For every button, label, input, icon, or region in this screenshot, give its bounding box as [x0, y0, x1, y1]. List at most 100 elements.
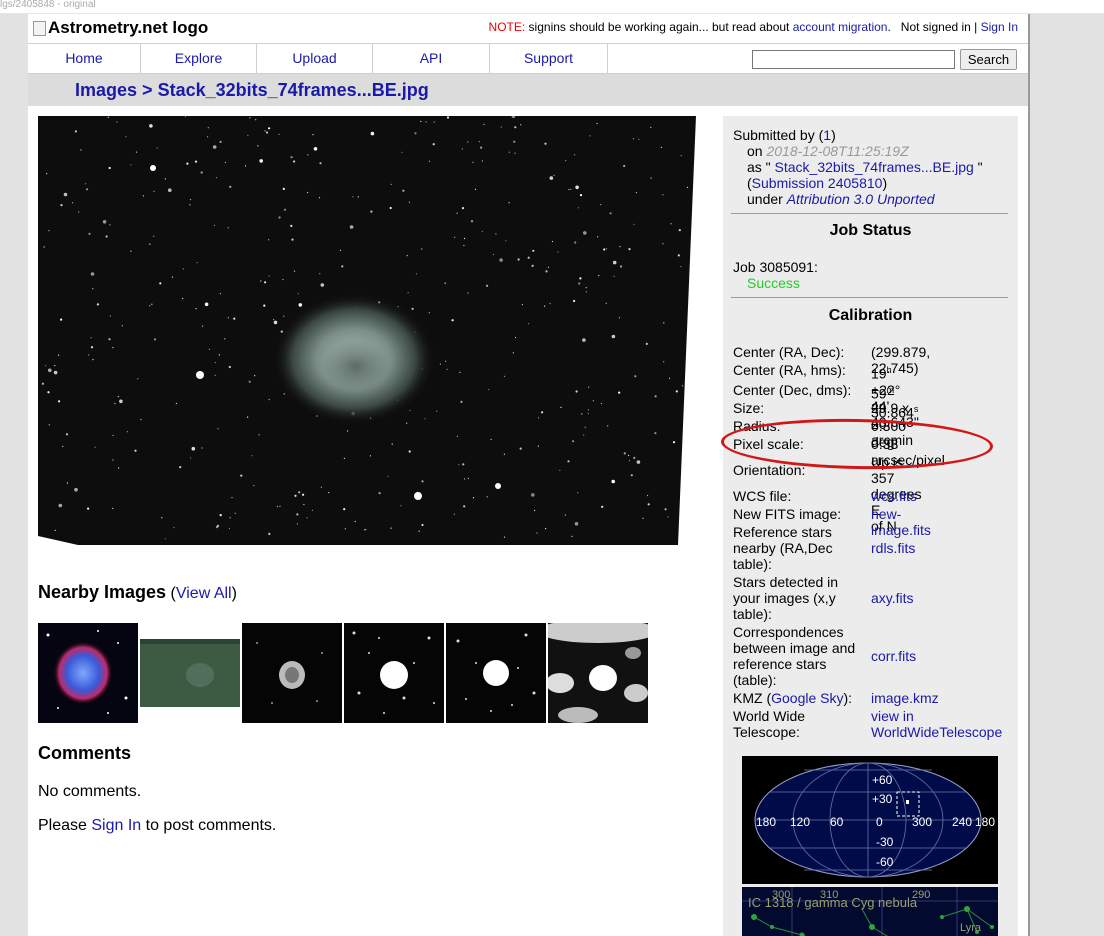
star [149, 124, 153, 128]
header-signin-link[interactable]: Sign In [981, 20, 1018, 34]
zoom-map[interactable]: 300 310 290 IC 1318 / gamma Cyg nebula L… [742, 887, 998, 936]
star [364, 529, 366, 531]
star [463, 505, 466, 508]
site-logo[interactable]: Astrometry.net logo [33, 18, 208, 38]
notice-bar: NOTE: signins should be working again...… [489, 20, 1018, 34]
nav-upload[interactable]: Upload [257, 44, 373, 73]
star [451, 319, 454, 322]
sky-lon-label: 180 [756, 815, 776, 829]
star [117, 396, 119, 398]
star [370, 210, 373, 213]
star [90, 346, 94, 349]
axy-link[interactable]: axy.fits [871, 590, 914, 606]
star [370, 131, 375, 136]
star [499, 258, 503, 262]
main-image[interactable] [38, 116, 713, 545]
license-link[interactable]: Attribution 3.0 Unported [787, 191, 935, 207]
search-input[interactable] [752, 50, 955, 69]
wwt-link[interactable]: view in WorldWideTelescope [871, 708, 1002, 740]
star [135, 151, 138, 153]
star [503, 375, 506, 377]
user-link[interactable]: 1 [823, 127, 831, 143]
star [541, 411, 544, 414]
star [151, 303, 153, 305]
signin-prompt: Please Sign In to post comments. [38, 817, 277, 834]
nearby-thumbnail[interactable] [548, 623, 648, 723]
comments-signin-link[interactable]: Sign In [91, 817, 141, 834]
filename-link[interactable]: Stack_32bits_74frames...BE.jpg [775, 159, 974, 175]
star [519, 447, 522, 450]
star [387, 475, 389, 477]
star [619, 246, 621, 248]
no-comments-text: No comments. [38, 783, 142, 800]
star [182, 268, 184, 270]
star [257, 145, 259, 147]
nearby-thumbnail[interactable] [242, 623, 342, 723]
star [282, 187, 285, 190]
star [291, 238, 294, 241]
star [472, 497, 475, 499]
star [260, 280, 262, 282]
star [196, 262, 198, 264]
star [390, 527, 392, 529]
star [623, 452, 626, 455]
star [686, 186, 689, 188]
sky-lat-label: -60 [876, 855, 894, 869]
star [259, 159, 263, 163]
nearby-thumbnail[interactable] [38, 623, 138, 723]
submission-link[interactable]: Submission 2405810 [752, 175, 883, 191]
view-all-link[interactable]: View All [176, 585, 232, 602]
star [578, 282, 581, 285]
star [47, 391, 50, 394]
star [212, 145, 217, 149]
star [54, 529, 56, 531]
star [409, 409, 411, 412]
wcs-file-link[interactable]: wcs.fits [871, 488, 917, 504]
nav-support[interactable]: Support [490, 44, 608, 73]
kmz-link[interactable]: image.kmz [871, 690, 939, 706]
corr-link[interactable]: corr.fits [871, 648, 916, 664]
star [391, 443, 393, 445]
nearby-thumbnail[interactable] [446, 623, 546, 723]
nav-home[interactable]: Home [28, 44, 141, 73]
breadcrumb-images-link[interactable]: Images [75, 80, 137, 100]
star [421, 248, 423, 250]
star [527, 256, 530, 259]
google-sky-link[interactable]: Google Sky [771, 690, 843, 706]
nearby-thumbnail[interactable] [344, 623, 444, 723]
star [461, 207, 465, 210]
sky-map[interactable]: 180 120 60 0 300 240 180 +60 +30 -30 -60 [742, 756, 998, 884]
nav-api[interactable]: API [373, 44, 490, 73]
star [565, 160, 567, 162]
new-fits-link[interactable]: new-image.fits [871, 506, 931, 538]
star [678, 229, 681, 232]
star [137, 378, 139, 380]
star [638, 138, 640, 140]
nearby-thumbnail[interactable] [140, 623, 240, 723]
star [408, 450, 411, 453]
nav-explore[interactable]: Explore [141, 44, 257, 73]
star [531, 493, 535, 497]
star [78, 211, 80, 213]
cal-label: table): [733, 556, 772, 572]
star [116, 121, 118, 123]
as-label: as " [747, 159, 775, 175]
account-migration-link[interactable]: account migration [793, 20, 888, 34]
rdls-link[interactable]: rdls.fits [871, 540, 915, 556]
star [343, 457, 345, 459]
sub-close: ) [882, 175, 888, 191]
divider [731, 213, 1008, 214]
star [156, 147, 158, 149]
star [605, 302, 607, 304]
star [201, 447, 203, 449]
star [208, 348, 210, 350]
star [307, 191, 309, 194]
search-button[interactable]: Search [960, 49, 1017, 70]
star [433, 121, 435, 123]
star [428, 160, 430, 162]
star [633, 223, 635, 225]
star [175, 402, 177, 405]
cal-row-size: Size: 29.9 x 20 arcmin [733, 400, 913, 448]
star [406, 255, 408, 257]
star [189, 199, 192, 201]
